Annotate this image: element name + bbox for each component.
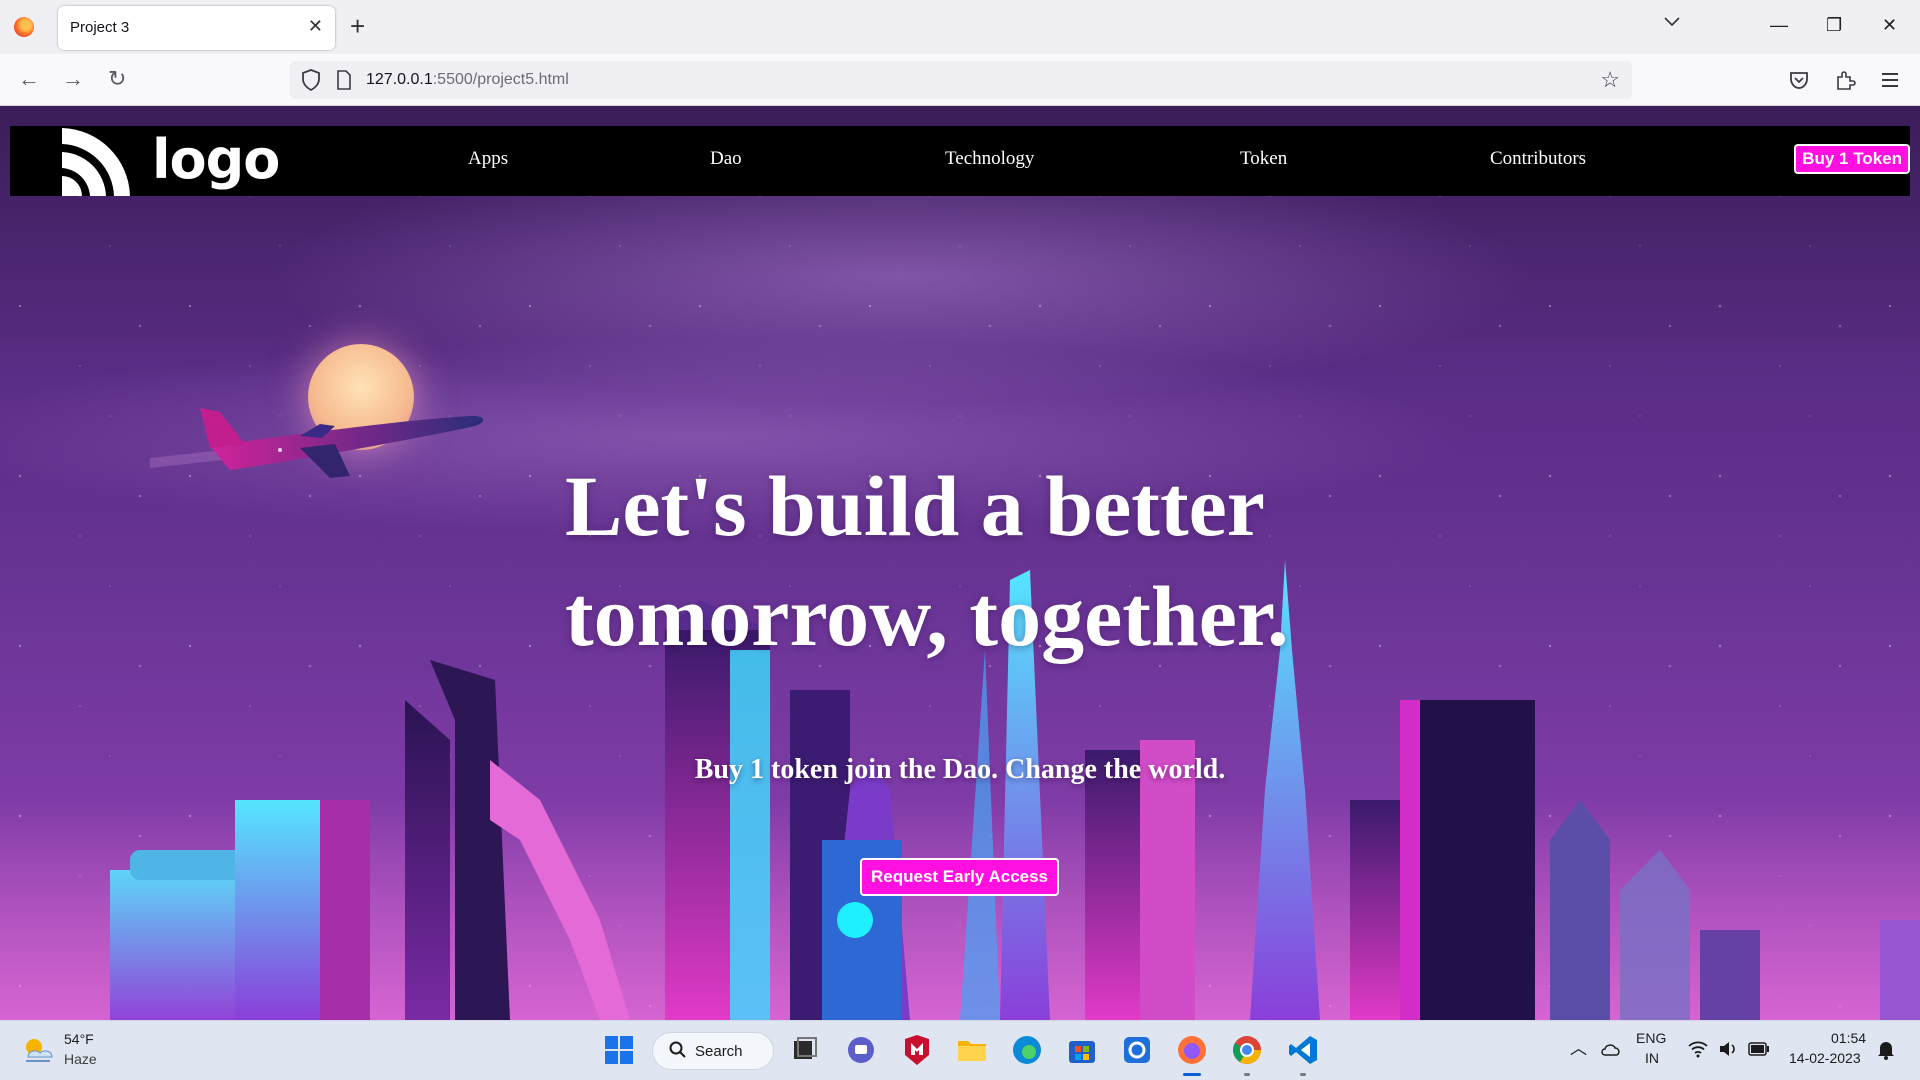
nav-link-apps[interactable]: Apps xyxy=(468,148,508,170)
browser-tab-active[interactable]: Project 3 ✕ xyxy=(58,6,335,50)
onedrive-cloud-icon[interactable] xyxy=(1600,1041,1622,1057)
file-explorer-icon[interactable] xyxy=(955,1033,989,1067)
firefox-icon[interactable] xyxy=(14,17,34,37)
taskbar-search-box[interactable]: Search xyxy=(652,1032,774,1070)
nav-link-contributors[interactable]: Contributors xyxy=(1490,148,1586,170)
wifi-icon[interactable] xyxy=(1688,1040,1708,1058)
clock-time[interactable]: 01:54 xyxy=(1831,1030,1866,1046)
microsoft-store-icon[interactable] xyxy=(1065,1033,1099,1067)
pocket-icon[interactable] xyxy=(1788,69,1810,91)
battery-icon[interactable] xyxy=(1748,1042,1770,1056)
windows-start-icon[interactable] xyxy=(602,1033,636,1067)
page-icon xyxy=(337,70,351,90)
browser-tab-bar: Project 3 ✕ + — ❐ ✕ xyxy=(0,0,1920,54)
forward-arrow-icon[interactable]: → xyxy=(62,66,84,92)
chrome-open-indicator xyxy=(1244,1073,1250,1076)
minimize-button[interactable]: — xyxy=(1770,12,1788,38)
hamburger-menu-icon[interactable] xyxy=(1880,71,1900,89)
url-host: 127.0.0.1 xyxy=(366,71,433,88)
vscode-open-indicator xyxy=(1300,1073,1306,1076)
shield-icon[interactable] xyxy=(300,68,322,92)
extensions-icon[interactable] xyxy=(1834,69,1856,91)
weather-description[interactable]: Haze xyxy=(64,1051,97,1067)
bookmark-star-icon[interactable]: ☆ xyxy=(1600,67,1620,93)
buy-token-button[interactable]: Buy 1 Token xyxy=(1794,144,1910,174)
wifi-logo-icon xyxy=(62,128,130,196)
url-text[interactable]: 127.0.0.1:5500/project5.html xyxy=(366,71,569,89)
site-navbar: logo Apps Dao Technology Token Contribut… xyxy=(10,126,1910,196)
weather-haze-icon[interactable] xyxy=(20,1035,56,1065)
search-label: Search xyxy=(695,1043,743,1060)
reload-icon[interactable]: ↻ xyxy=(108,66,126,92)
chrome-icon[interactable] xyxy=(1230,1033,1264,1067)
airplane-illustration xyxy=(150,408,484,478)
nav-link-token[interactable]: Token xyxy=(1240,148,1287,170)
logo-text: logo xyxy=(152,128,280,191)
hero-title-line-1: Let's build a better xyxy=(565,458,1265,554)
hero-title: Let's build a better tomorrow, together. xyxy=(565,451,1465,671)
site-logo[interactable]: logo xyxy=(60,126,300,196)
language-indicator-line-2[interactable]: IN xyxy=(1645,1050,1659,1066)
mcafee-icon[interactable] xyxy=(900,1033,934,1067)
nav-link-technology[interactable]: Technology xyxy=(945,148,1034,170)
new-tab-button[interactable]: + xyxy=(350,11,365,41)
app-icon[interactable] xyxy=(1120,1033,1154,1067)
request-early-access-button[interactable]: Request Early Access xyxy=(860,858,1059,896)
url-bar[interactable]: 127.0.0.1:5500/project5.html ☆ xyxy=(290,61,1632,99)
restore-button[interactable]: ❐ xyxy=(1826,12,1842,38)
tab-close-icon[interactable]: ✕ xyxy=(308,16,323,36)
search-icon xyxy=(669,1041,686,1058)
hero-title-line-2: tomorrow, together. xyxy=(565,568,1289,664)
back-arrow-icon[interactable]: ← xyxy=(18,66,40,92)
nav-link-dao[interactable]: Dao xyxy=(710,148,742,170)
hero-subtitle: Buy 1 token join the Dao. Change the wor… xyxy=(694,754,1226,785)
tab-title: Project 3 xyxy=(70,19,130,36)
weather-temperature[interactable]: 54°F xyxy=(64,1031,94,1047)
language-indicator-line-1[interactable]: ENG xyxy=(1636,1030,1666,1046)
edge-icon[interactable] xyxy=(1010,1033,1044,1067)
firefox-active-indicator xyxy=(1183,1073,1201,1076)
web-page: logo Apps Dao Technology Token Contribut… xyxy=(0,106,1920,1020)
close-window-button[interactable]: ✕ xyxy=(1882,12,1897,38)
url-path: :5500/project5.html xyxy=(432,71,569,88)
volume-icon[interactable] xyxy=(1718,1040,1738,1058)
windows-taskbar: 54°F Haze Search ︿ ENG IN 01:54 14-02-20… xyxy=(0,1020,1920,1080)
browser-navigation-bar: ← → ↻ 127.0.0.1:5500/project5.html ☆ xyxy=(0,54,1920,106)
tab-list-chevron-icon[interactable] xyxy=(1664,14,1680,32)
notification-bell-icon[interactable] xyxy=(1876,1039,1896,1061)
clock-date[interactable]: 14-02-2023 xyxy=(1789,1050,1861,1066)
teams-chat-icon[interactable] xyxy=(844,1033,878,1067)
firefox-taskbar-icon[interactable] xyxy=(1175,1033,1209,1067)
tray-chevron-up-icon[interactable]: ︿ xyxy=(1570,1039,1587,1059)
vscode-icon[interactable] xyxy=(1286,1033,1320,1067)
task-view-icon[interactable] xyxy=(788,1033,822,1067)
